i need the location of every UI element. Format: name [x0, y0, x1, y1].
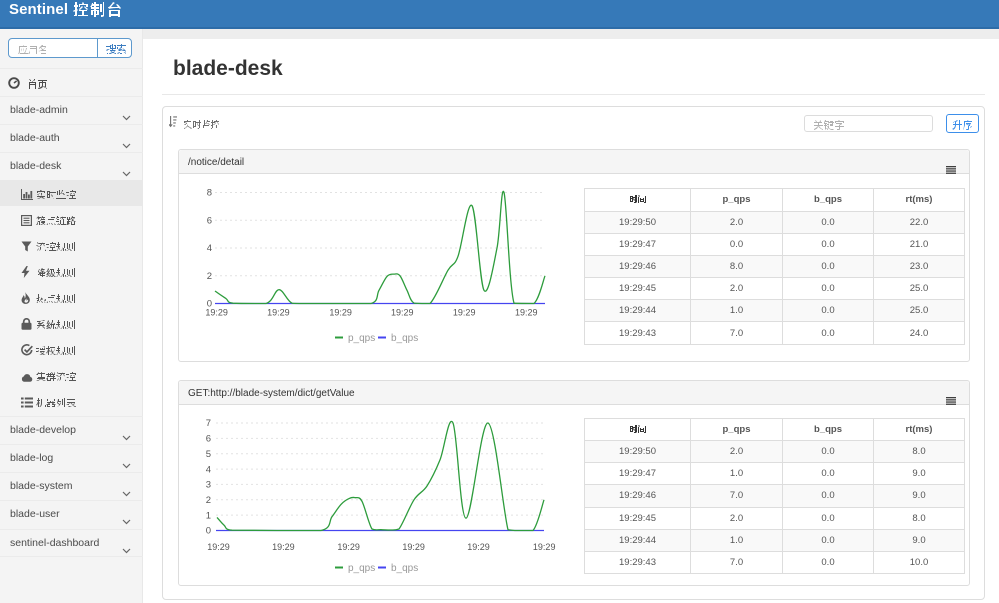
svg-text:7: 7	[206, 418, 211, 429]
svg-text:p_qps: p_qps	[348, 563, 375, 574]
svg-text:4: 4	[206, 464, 211, 475]
svg-text:6: 6	[207, 216, 212, 227]
svg-text:0: 0	[206, 526, 211, 537]
svg-text:b_qps: b_qps	[391, 333, 418, 344]
svg-text:19:29: 19:29	[453, 307, 476, 317]
svg-text:1: 1	[206, 510, 211, 521]
svg-text:b_qps: b_qps	[391, 563, 418, 574]
svg-text:19:29: 19:29	[272, 542, 295, 552]
svg-text:3: 3	[206, 480, 211, 491]
svg-text:19:29: 19:29	[467, 542, 490, 552]
svg-text:19:29: 19:29	[337, 542, 360, 552]
svg-text:6: 6	[206, 434, 211, 445]
svg-text:19:29: 19:29	[391, 307, 414, 317]
svg-text:2: 2	[207, 271, 212, 282]
svg-text:19:29: 19:29	[267, 307, 290, 317]
svg-text:19:29: 19:29	[515, 307, 538, 317]
svg-text:19:29: 19:29	[533, 542, 556, 552]
svg-text:2: 2	[206, 495, 211, 506]
svg-text:19:29: 19:29	[205, 307, 228, 317]
svg-text:19:29: 19:29	[207, 542, 230, 552]
svg-text:19:29: 19:29	[329, 307, 352, 317]
svg-text:19:29: 19:29	[402, 542, 425, 552]
svg-text:p_qps: p_qps	[348, 333, 375, 344]
svg-text:8: 8	[207, 188, 212, 199]
svg-text:5: 5	[206, 449, 211, 460]
svg-text:4: 4	[207, 243, 212, 254]
